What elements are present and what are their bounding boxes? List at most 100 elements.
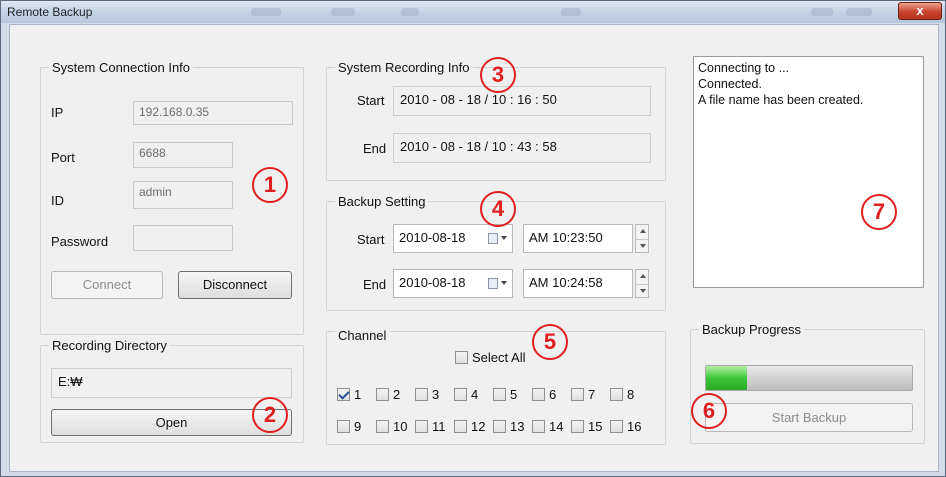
calendar-dropdown-icon[interactable] (488, 232, 508, 246)
channel-3-checkbox[interactable]: 3 (415, 387, 439, 402)
channel-14-checkbox[interactable]: 14 (532, 419, 563, 434)
system-recording-info-title: System Recording Info (335, 60, 473, 75)
channel-label: 10 (393, 419, 408, 434)
log-line: Connected. (698, 77, 762, 91)
checkbox-box[interactable] (493, 388, 506, 401)
spin-up-icon[interactable] (636, 225, 648, 239)
checkbox-box[interactable] (454, 388, 467, 401)
annotation-marker-4: 4 (480, 191, 516, 227)
channel-9-checkbox[interactable]: 9 (337, 419, 361, 434)
checkbox-box[interactable] (337, 420, 350, 433)
id-field[interactable]: admin (133, 181, 233, 209)
checkbox-box[interactable] (337, 388, 350, 401)
disconnect-button[interactable]: Disconnect (178, 271, 292, 299)
spin-down-icon[interactable] (636, 283, 648, 298)
checkbox-box[interactable] (610, 420, 623, 433)
backup-end-label: End (363, 277, 387, 292)
log-line: Connecting to ... (698, 61, 790, 75)
channel-label: 4 (471, 387, 479, 402)
spin-up-icon[interactable] (636, 270, 648, 284)
channel-11-checkbox[interactable]: 11 (415, 419, 446, 434)
calendar-dropdown-icon[interactable] (488, 277, 508, 291)
channel-8-checkbox[interactable]: 8 (610, 387, 634, 402)
spin-down-icon[interactable] (636, 238, 648, 253)
backup-end-date: 2010-08-18 (399, 275, 466, 290)
channel-label: 8 (627, 387, 635, 402)
title-bar[interactable]: Remote Backup x (1, 1, 945, 23)
channel-10-checkbox[interactable]: 10 (376, 419, 407, 434)
close-icon: x (916, 3, 924, 18)
annotation-marker-2: 2 (252, 397, 288, 433)
channel-label: 5 (510, 387, 518, 402)
backup-progress-title: Backup Progress (699, 322, 804, 337)
channel-7-checkbox[interactable]: 7 (571, 387, 595, 402)
checkbox-box[interactable] (610, 388, 623, 401)
status-log[interactable]: Connecting to ... Connected. A file name h… (693, 56, 924, 288)
checkbox-box[interactable] (455, 351, 468, 364)
password-field[interactable] (133, 225, 233, 251)
channel-2-checkbox[interactable]: 2 (376, 387, 400, 402)
checkbox-box[interactable] (376, 388, 389, 401)
ip-label: IP (51, 105, 64, 120)
backup-end-time-spinner[interactable] (635, 269, 649, 298)
channel-label: 2 (393, 387, 401, 402)
directory-path-field[interactable]: E:₩ (51, 368, 292, 398)
backup-start-label: Start (357, 232, 385, 247)
checkbox-box[interactable] (415, 420, 428, 433)
checkbox-box[interactable] (532, 420, 545, 433)
recording-end-label: End (363, 141, 387, 156)
annotation-marker-6: 6 (691, 393, 727, 429)
port-field[interactable]: 6688 (133, 142, 233, 168)
select-all-checkbox[interactable]: Select All (455, 350, 525, 365)
channel-15-checkbox[interactable]: 15 (571, 419, 602, 434)
checkbox-box[interactable] (415, 388, 428, 401)
recording-directory-title: Recording Directory (49, 338, 170, 353)
remote-backup-window: Remote Backup x System Connection Info I… (0, 0, 946, 477)
channel-group: Channel Select All 1 2 3 4 5 6 7 8 9 10 11 12 13 14 15… (326, 328, 666, 445)
backup-start-date-picker[interactable]: 2010-08-18 (393, 224, 513, 253)
title-bar-decoration (401, 8, 419, 16)
backup-start-time-spinner[interactable] (635, 224, 649, 253)
title-bar-decoration (331, 8, 355, 16)
log-lines: Connecting to ... Connected. A file name h… (698, 60, 919, 108)
channel-label: 11 (432, 419, 446, 434)
select-all-label: Select All (472, 350, 526, 365)
recording-start-label: Start (357, 93, 385, 108)
channel-label: 14 (549, 419, 564, 434)
channel-label: 6 (549, 387, 557, 402)
channel-1-checkbox[interactable]: 1 (337, 387, 361, 402)
channel-title: Channel (335, 328, 390, 343)
checkbox-box[interactable] (493, 420, 506, 433)
backup-start-date: 2010-08-18 (399, 230, 466, 245)
checkbox-box[interactable] (571, 420, 584, 433)
checkbox-box[interactable] (532, 388, 545, 401)
channel-5-checkbox[interactable]: 5 (493, 387, 517, 402)
title-bar-decoration (846, 8, 872, 16)
checkbox-box[interactable] (376, 420, 389, 433)
checkbox-box[interactable] (571, 388, 584, 401)
channel-16-checkbox[interactable]: 16 (610, 419, 641, 434)
channel-12-checkbox[interactable]: 12 (454, 419, 485, 434)
progress-fill (706, 366, 748, 390)
title-bar-decoration (561, 8, 581, 16)
log-line: A file name has been created. (698, 93, 864, 107)
channel-13-checkbox[interactable]: 13 (493, 419, 524, 434)
annotation-marker-7: 7 (861, 194, 897, 230)
close-button[interactable]: x (898, 2, 942, 20)
channel-label: 15 (588, 419, 603, 434)
backup-setting-title: Backup Setting (335, 194, 429, 209)
dialog-body: System Connection Info IP 192.168.0.35 P… (9, 24, 939, 472)
ip-field[interactable]: 192.168.0.35 (133, 101, 293, 125)
connect-button[interactable]: Connect (51, 271, 163, 299)
channel-label: 3 (432, 387, 440, 402)
backup-end-date-picker[interactable]: 2010-08-18 (393, 269, 513, 298)
backup-start-time-field[interactable]: AM 10:23:50 (523, 224, 633, 253)
checkbox-box[interactable] (454, 420, 467, 433)
window-title: Remote Backup (7, 5, 93, 19)
channel-6-checkbox[interactable]: 6 (532, 387, 556, 402)
channel-4-checkbox[interactable]: 4 (454, 387, 478, 402)
port-label: Port (51, 150, 75, 165)
channel-label: 7 (588, 387, 596, 402)
backup-end-time-field[interactable]: AM 10:24:58 (523, 269, 633, 298)
start-backup-button[interactable]: Start Backup (705, 403, 913, 432)
